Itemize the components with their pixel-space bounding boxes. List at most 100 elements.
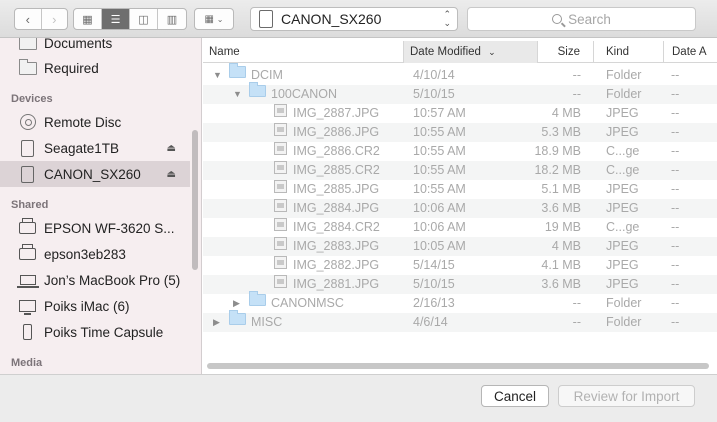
chevron-left-icon: ‹ bbox=[25, 11, 30, 27]
eject-icon[interactable]: ⏏ bbox=[167, 143, 176, 154]
file-row[interactable]: IMG_2886.CR2 10:55 AM 18.9 MB C...ge -- bbox=[203, 142, 717, 161]
back-button[interactable]: ‹ bbox=[15, 9, 42, 29]
file-row[interactable]: IMG_2885.JPG 10:55 AM 5.1 MB JPEG -- bbox=[203, 180, 717, 199]
file-date-added: -- bbox=[671, 277, 680, 291]
file-date-added: -- bbox=[671, 106, 680, 120]
sidebar-item-canon[interactable]: CANON_SX260 ⏏ bbox=[0, 161, 190, 187]
bottom-bar: Cancel Review for Import bbox=[0, 374, 717, 422]
file-date-added: -- bbox=[671, 315, 680, 329]
file-row[interactable]: IMG_2884.CR2 10:06 AM 19 MB C...ge -- bbox=[203, 218, 717, 237]
search-field[interactable]: Search bbox=[467, 7, 696, 31]
disclosure-open-icon[interactable]: ▼ bbox=[213, 66, 222, 85]
disclosure-closed-icon[interactable]: ▶ bbox=[213, 313, 220, 332]
columns-icon: ◫ bbox=[138, 13, 149, 26]
folder-row[interactable]: ▼ DCIM 4/10/14 -- Folder -- bbox=[203, 63, 717, 85]
list-view-button[interactable]: ☰ bbox=[102, 9, 130, 29]
sidebar-item-epson-wf[interactable]: EPSON WF-3620 S... bbox=[0, 215, 190, 241]
sidebar: Documents Required Devices Remote Disc S… bbox=[0, 38, 202, 374]
file-name: IMG_2886.JPG bbox=[293, 125, 380, 139]
column-date-added[interactable]: Date A bbox=[663, 41, 717, 63]
folder-row[interactable]: ▶ CANONMSC 2/16/13 -- Folder -- bbox=[203, 291, 717, 313]
file-date-modified: 4/10/14 bbox=[413, 68, 455, 82]
sidebar-item-label: epson3eb283 bbox=[44, 246, 126, 262]
sidebar-item-label: CANON_SX260 bbox=[44, 166, 141, 182]
file-size: 18.9 MB bbox=[534, 144, 581, 158]
file-row[interactable]: IMG_2883.JPG 10:05 AM 4 MB JPEG -- bbox=[203, 237, 717, 256]
forward-button[interactable]: › bbox=[42, 9, 68, 29]
file-name: 100CANON bbox=[271, 87, 337, 101]
sidebar-item-remote-disc[interactable]: Remote Disc bbox=[0, 109, 190, 135]
sidebar-item-seagate[interactable]: Seagate1TB ⏏ bbox=[0, 135, 190, 161]
file-row[interactable]: IMG_2886.JPG 10:55 AM 5.3 MB JPEG -- bbox=[203, 123, 717, 142]
folder-icon bbox=[229, 310, 246, 325]
file-row[interactable]: IMG_2887.JPG 10:57 AM 4 MB JPEG -- bbox=[203, 104, 717, 123]
sidebar-scrollbar[interactable] bbox=[192, 130, 198, 270]
image-file-icon bbox=[274, 104, 287, 117]
file-date-added: -- bbox=[671, 87, 680, 101]
file-row[interactable]: IMG_2885.CR2 10:55 AM 18.2 MB C...ge -- bbox=[203, 161, 717, 180]
toolbar: ‹ › ▦ ☰ ◫ ▥ ▦ ⌄ CANON_SX260 ⌃ ⌄ Search bbox=[0, 0, 717, 38]
eject-icon[interactable]: ⏏ bbox=[167, 169, 176, 180]
sidebar-item-documents[interactable]: Documents bbox=[0, 38, 190, 56]
cancel-button[interactable]: Cancel bbox=[481, 385, 549, 407]
file-kind: JPEG bbox=[606, 106, 639, 120]
file-date-modified: 2/16/13 bbox=[413, 296, 455, 310]
folder-icon bbox=[229, 63, 246, 78]
location-popup[interactable]: CANON_SX260 ⌃ ⌄ bbox=[250, 7, 458, 31]
file-kind: JPEG bbox=[606, 201, 639, 215]
column-view-button[interactable]: ◫ bbox=[130, 9, 158, 29]
file-size: -- bbox=[572, 68, 581, 82]
file-name: CANONMSC bbox=[271, 296, 344, 310]
file-date-added: -- bbox=[671, 125, 680, 139]
sidebar-item-epson3eb283[interactable]: epson3eb283 bbox=[0, 241, 190, 267]
icon-view-button[interactable]: ▦ bbox=[74, 9, 102, 29]
file-date-modified: 10:06 AM bbox=[413, 201, 466, 215]
column-size[interactable]: Size bbox=[537, 41, 593, 63]
search-icon bbox=[552, 14, 563, 24]
arrange-control: ▦ ⌄ bbox=[195, 9, 233, 29]
file-row[interactable]: IMG_2884.JPG 10:06 AM 3.6 MB JPEG -- bbox=[203, 199, 717, 218]
file-date-added: -- bbox=[671, 163, 680, 177]
file-date-added: -- bbox=[671, 239, 680, 253]
file-size: 5.3 MB bbox=[541, 125, 581, 139]
sidebar-item-label: Documents bbox=[44, 38, 113, 51]
disc-icon bbox=[18, 114, 37, 130]
horizontal-scrollbar[interactable] bbox=[207, 363, 709, 369]
file-row[interactable]: IMG_2881.JPG 5/10/15 3.6 MB JPEG -- bbox=[203, 275, 717, 294]
file-kind: C...ge bbox=[606, 163, 640, 177]
review-for-import-button[interactable]: Review for Import bbox=[558, 385, 695, 407]
image-file-icon bbox=[274, 218, 287, 231]
file-size: 19 MB bbox=[544, 220, 581, 234]
file-size: 4 MB bbox=[551, 239, 581, 253]
folder-icon bbox=[18, 38, 37, 51]
file-date-modified: 10:55 AM bbox=[413, 144, 466, 158]
sidebar-item-label: Required bbox=[44, 60, 99, 76]
coverflow-view-button[interactable]: ▥ bbox=[158, 9, 186, 29]
column-date-modified[interactable]: Date Modified ⌄ bbox=[403, 41, 537, 63]
disclosure-open-icon[interactable]: ▼ bbox=[233, 85, 242, 104]
column-header: Name Date Modified ⌄ Size Kind Date A bbox=[203, 41, 717, 63]
sidebar-item-required[interactable]: Required bbox=[0, 55, 190, 81]
chevron-right-icon: › bbox=[52, 11, 57, 27]
column-name[interactable]: Name bbox=[203, 41, 403, 63]
media-heading: Media bbox=[11, 357, 43, 369]
folder-row[interactable]: ▶ MISC 4/6/14 -- Folder -- bbox=[203, 310, 717, 332]
file-date-added: -- bbox=[671, 182, 680, 196]
sidebar-item-label: Seagate1TB bbox=[44, 140, 120, 156]
drive-icon bbox=[18, 165, 37, 183]
file-date-modified: 10:57 AM bbox=[413, 106, 466, 120]
sidebar-item-imac[interactable]: Poiks iMac (6) bbox=[0, 293, 190, 319]
sidebar-item-macbook[interactable]: Jon’s MacBook Pro (5) bbox=[0, 267, 190, 293]
file-date-added: -- bbox=[671, 144, 680, 158]
image-file-icon bbox=[274, 123, 287, 136]
file-name: IMG_2886.CR2 bbox=[293, 144, 380, 158]
folder-row[interactable]: ▼ 100CANON 5/10/15 -- Folder -- bbox=[203, 82, 717, 104]
file-row[interactable]: IMG_2882.JPG 5/14/15 4.1 MB JPEG -- bbox=[203, 256, 717, 275]
list-icon: ☰ bbox=[110, 13, 121, 26]
file-name: IMG_2884.CR2 bbox=[293, 220, 380, 234]
column-kind[interactable]: Kind bbox=[593, 41, 663, 63]
file-kind: JPEG bbox=[606, 239, 639, 253]
sidebar-item-time-capsule[interactable]: Poiks Time Capsule bbox=[0, 319, 190, 345]
search-placeholder: Search bbox=[568, 11, 611, 27]
arrange-button[interactable]: ▦ ⌄ bbox=[194, 8, 234, 30]
